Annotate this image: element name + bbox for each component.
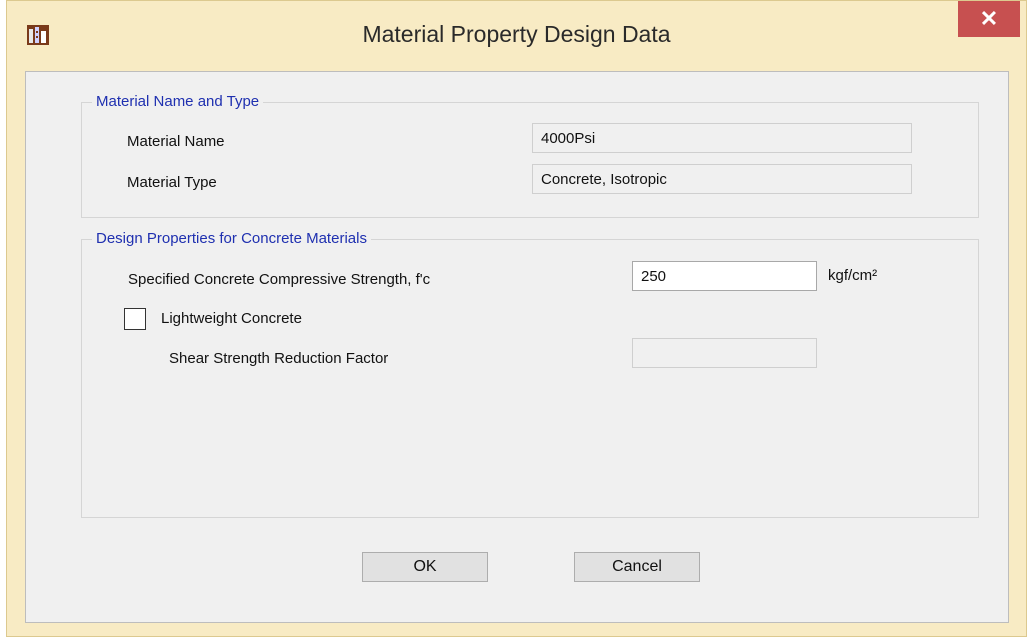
ok-button[interactable]: OK (362, 552, 488, 582)
group-design-properties: Design Properties for Concrete Materials… (81, 230, 979, 518)
lightweight-concrete-checkbox[interactable] (124, 308, 146, 330)
shear-strength-reduction-label: Shear Strength Reduction Factor (169, 350, 389, 367)
material-type-label: Material Type (127, 174, 217, 191)
material-name-label: Material Name (127, 133, 225, 150)
material-type-field: Concrete, Isotropic (532, 164, 912, 194)
window-title: Material Property Design Data (362, 21, 671, 47)
shear-strength-reduction-field (632, 338, 817, 368)
group-title-material-name-type: Material Name and Type (92, 93, 264, 110)
material-name-field: 4000Psi (532, 123, 912, 153)
title-bar[interactable]: Material Property Design Data ✕ (7, 1, 1026, 73)
group-title-design-properties: Design Properties for Concrete Materials (92, 230, 371, 247)
close-icon: ✕ (979, 6, 999, 31)
fc-label: Specified Concrete Compressive Strength,… (128, 271, 431, 288)
fc-unit-label: kgf/cm² (828, 267, 878, 284)
group-material-name-and-type: Material Name and Type Material Name 400… (81, 93, 979, 218)
fc-input[interactable] (632, 261, 817, 291)
close-button[interactable]: ✕ (958, 1, 1020, 37)
cancel-button[interactable]: Cancel (574, 552, 700, 582)
dialog-client-area: Material Name and Type Material Name 400… (25, 71, 1009, 623)
lightweight-concrete-label[interactable]: Lightweight Concrete (161, 310, 302, 327)
dialog-window: Material Property Design Data ✕ Material… (6, 0, 1027, 637)
